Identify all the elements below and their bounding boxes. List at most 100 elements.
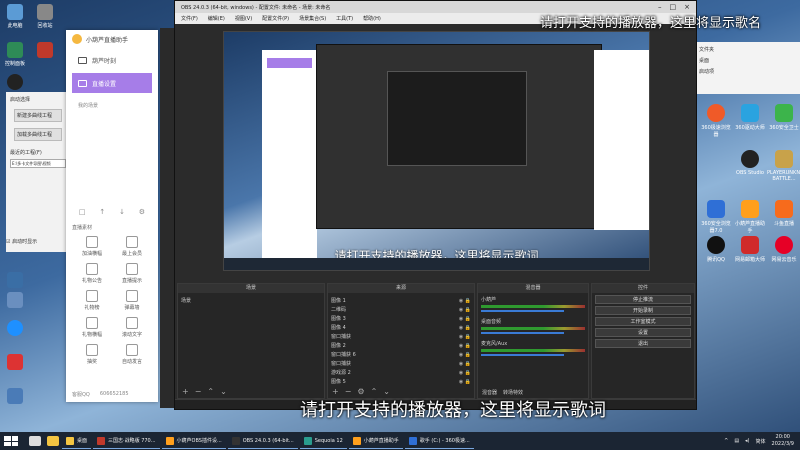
- maximize-icon[interactable]: □: [670, 3, 677, 11]
- arrow-down-icon[interactable]: ⌄: [220, 387, 227, 396]
- taskbar-item[interactable]: 小葫芦OBS插件设...: [161, 433, 226, 449]
- explorer-item[interactable]: 启动项: [699, 68, 798, 75]
- studio-mode-button[interactable]: 工作室模式: [595, 317, 691, 326]
- new-project-button[interactable]: 新建多曲线工程: [14, 109, 62, 122]
- menu-view[interactable]: 视图(V): [235, 15, 252, 22]
- taskbar-item[interactable]: 三国志·战略版 770...: [93, 433, 160, 449]
- gear-icon[interactable]: ⚙: [357, 387, 364, 396]
- source-item[interactable]: 图像 1 ◉ 🔒: [331, 296, 471, 305]
- material-item[interactable]: 自动发言: [112, 344, 152, 365]
- taskbar-item[interactable]: Sequoia 12: [299, 433, 347, 449]
- remove-icon[interactable]: −: [345, 387, 352, 396]
- eye-icon[interactable]: ◉ 🔒: [459, 325, 471, 331]
- arrow-up-icon[interactable]: ⌃: [207, 387, 214, 396]
- source-item[interactable]: 图像 2 ◉ 🔒: [331, 341, 471, 350]
- close-icon[interactable]: ×: [684, 3, 690, 11]
- taskbar-item[interactable]: OBS 24.0.3 (64-bit...: [227, 433, 298, 449]
- taskbar-item[interactable]: 小葫芦直播助手: [348, 433, 403, 449]
- add-icon[interactable]: □: [79, 208, 86, 216]
- desktop-icon-360-driver[interactable]: 360驱动大师: [733, 104, 767, 131]
- desktop-icon-app[interactable]: [2, 292, 28, 310]
- material-item[interactable]: 弹幕墙: [112, 290, 152, 311]
- desktop-icon-app[interactable]: [2, 354, 28, 372]
- taskbar-item[interactable]: 歌手 (C:) - 360极速...: [404, 433, 474, 449]
- eye-icon[interactable]: ◉ 🔒: [459, 370, 471, 376]
- source-item[interactable]: 游戏源 2 ◉ 🔒: [331, 368, 471, 377]
- file-explorer-icon[interactable]: [47, 436, 59, 446]
- settings-button[interactable]: 设置: [595, 328, 691, 337]
- desktop-icon-computer[interactable]: 此电脑: [2, 4, 28, 29]
- tab-moments[interactable]: 葫芦时刻: [72, 50, 152, 70]
- menu-profile[interactable]: 配置文件(P): [262, 15, 289, 22]
- desktop-icon-recycle[interactable]: 回收站: [32, 4, 58, 29]
- source-item[interactable]: 窗口捕获 ◉ 🔒: [331, 359, 471, 368]
- desktop-icon-control[interactable]: 控制面板: [2, 42, 28, 67]
- volume-slider[interactable]: [481, 310, 565, 312]
- desktop-icon-360-safe[interactable]: 360安全卫士: [767, 104, 800, 131]
- tab-live-settings[interactable]: 直播设置: [72, 73, 152, 93]
- desktop-icon-obs[interactable]: OBS Studio: [733, 150, 767, 176]
- source-item[interactable]: 二维码 ◉ 🔒: [331, 305, 471, 314]
- add-icon[interactable]: +: [182, 387, 189, 396]
- eye-icon[interactable]: ◉ 🔒: [459, 352, 471, 358]
- material-item[interactable]: 直播提示: [112, 263, 152, 284]
- desktop-icon-pubg[interactable]: PLAYERUNKNOWN'S BATTLE...: [767, 150, 800, 182]
- tray-arrow-icon[interactable]: ^: [724, 438, 728, 444]
- desktop-icon-360-browser[interactable]: 360极速浏览器: [699, 104, 733, 138]
- explorer-item[interactable]: 桌面: [699, 57, 798, 64]
- explorer-item[interactable]: 文件夹: [699, 46, 798, 53]
- material-item[interactable]: 礼物榜: [72, 290, 112, 311]
- material-item[interactable]: 礼物公告: [72, 263, 112, 284]
- desktop-icon-qq[interactable]: 腾讯QQ: [699, 236, 733, 263]
- scene-item[interactable]: 场景: [181, 296, 321, 305]
- volume-icon[interactable]: ◂): [745, 438, 749, 444]
- desktop-icon-app[interactable]: [2, 272, 28, 290]
- arrow-down-icon[interactable]: ↓: [119, 208, 125, 216]
- arrow-up-icon[interactable]: ↑: [99, 208, 105, 216]
- eye-icon[interactable]: ◉ 🔒: [459, 298, 471, 304]
- stop-streaming-button[interactable]: 停止推流: [595, 295, 691, 304]
- arrow-up-icon[interactable]: ⌃: [371, 387, 378, 396]
- material-item[interactable]: 加油横幅: [72, 236, 112, 257]
- ime-indicator[interactable]: 简体: [756, 438, 766, 445]
- desktop-icon-douyu[interactable]: 斗鱼直播: [767, 200, 800, 227]
- settings-icon[interactable]: ⚙: [139, 208, 145, 216]
- taskbar-item[interactable]: 桌面: [62, 433, 92, 449]
- menu-help[interactable]: 帮助(H): [363, 15, 381, 22]
- tab-transitions[interactable]: 转场特效: [503, 389, 523, 396]
- source-item[interactable]: 窗口捕获 6 ◉ 🔒: [331, 350, 471, 359]
- source-item[interactable]: 图像 4 ◉ 🔒: [331, 323, 471, 332]
- eye-icon[interactable]: ◉ 🔒: [459, 343, 471, 349]
- startup-checkbox[interactable]: ☑ 启动时显示: [6, 238, 37, 245]
- volume-slider[interactable]: [481, 332, 565, 334]
- network-icon[interactable]: ▤: [734, 438, 739, 444]
- desktop-icon-app[interactable]: [2, 74, 28, 92]
- desktop-icon-huya-assistant[interactable]: 小葫芦直播助手: [733, 200, 767, 234]
- task-view-icon[interactable]: [29, 436, 41, 446]
- desktop-icon-app[interactable]: [2, 388, 28, 406]
- eye-icon[interactable]: ◉ 🔒: [459, 379, 471, 385]
- start-recording-button[interactable]: 开始录制: [595, 306, 691, 315]
- start-button[interactable]: [4, 436, 18, 446]
- volume-slider[interactable]: [481, 354, 565, 356]
- remove-icon[interactable]: −: [195, 387, 202, 396]
- desktop-icon-app[interactable]: [32, 42, 58, 60]
- eye-icon[interactable]: ◉ 🔒: [459, 307, 471, 313]
- eye-icon[interactable]: ◉ 🔒: [459, 316, 471, 322]
- material-item[interactable]: 最上会员: [112, 236, 152, 257]
- eye-icon[interactable]: ◉ 🔒: [459, 334, 471, 340]
- clock[interactable]: 20:00 2022/3/9: [772, 434, 794, 448]
- source-item[interactable]: 图像 5 ◉ 🔒: [331, 377, 471, 386]
- add-icon[interactable]: +: [332, 387, 339, 396]
- material-item[interactable]: 抽奖: [72, 344, 112, 365]
- minimize-icon[interactable]: –: [658, 3, 662, 11]
- desktop-icon-netease-mail[interactable]: 网易邮箱大师: [733, 236, 767, 263]
- obs-preview[interactable]: 请打开支持的播放器，这里将显示歌词: [223, 31, 650, 271]
- material-item[interactable]: 滚动文字: [112, 317, 152, 338]
- desktop-icon-netease-music[interactable]: 网易云音乐: [767, 236, 800, 263]
- eye-icon[interactable]: ◉ 🔒: [459, 361, 471, 367]
- source-item[interactable]: 图像 3 ◉ 🔒: [331, 314, 471, 323]
- exit-button[interactable]: 退出: [595, 339, 691, 348]
- menu-tools[interactable]: 工具(T): [336, 15, 353, 22]
- source-item[interactable]: 窗口捕获 ◉ 🔒: [331, 332, 471, 341]
